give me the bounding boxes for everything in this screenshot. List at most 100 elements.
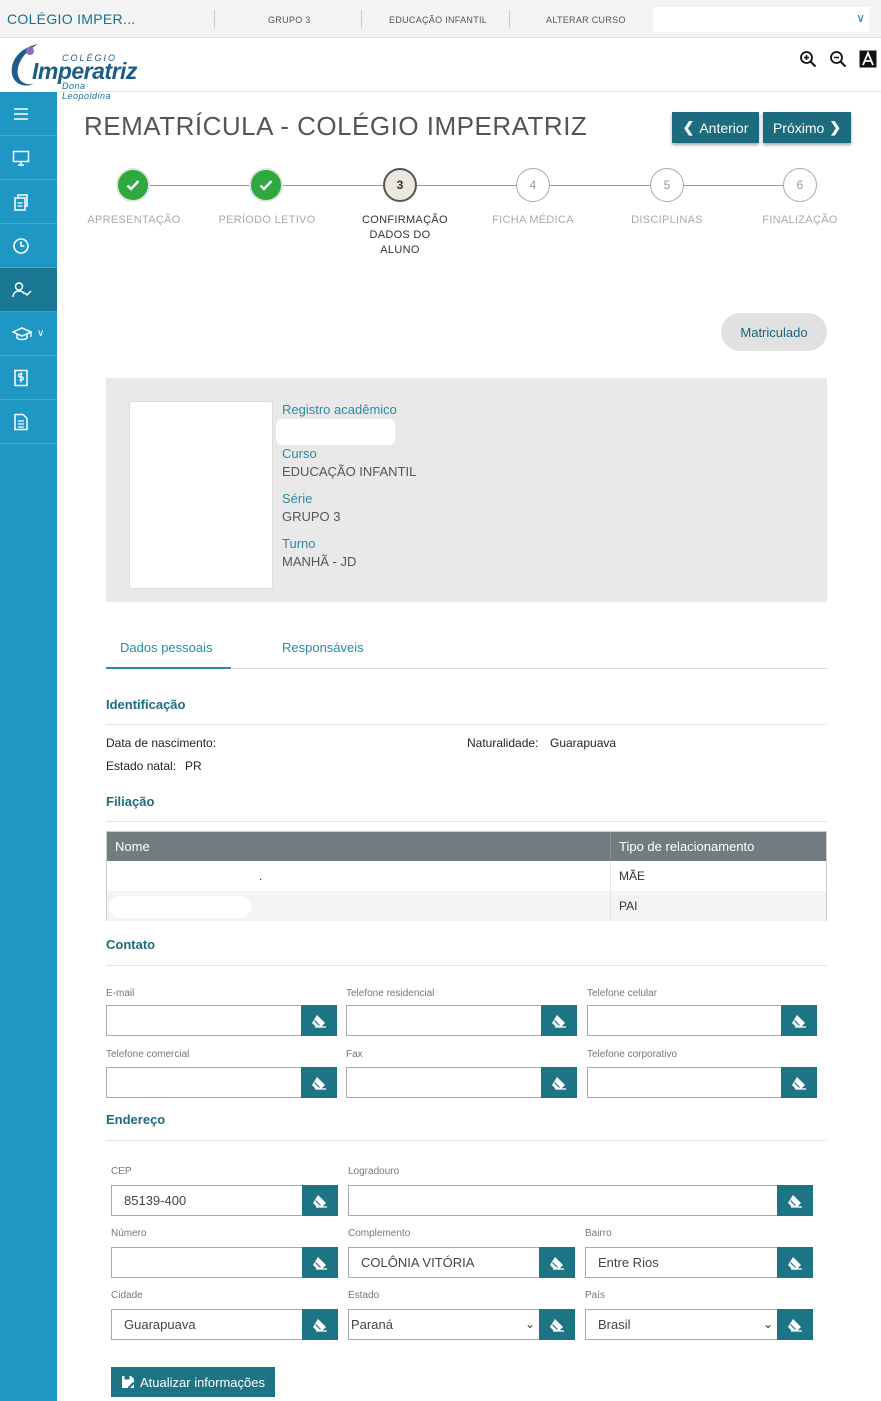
update-info-button[interactable]: Atualizar informações [111,1367,275,1397]
high-contrast-icon[interactable] [859,50,877,68]
step-6-label: FINALIZAÇÃO [762,214,838,226]
nav-alterar-curso[interactable]: ALTERAR CURSO [546,15,626,25]
cep-field[interactable]: 85139-400 [111,1185,303,1216]
student-card: Registro acadêmico Curso EDUCAÇÃO INFANT… [106,378,827,602]
clear-estado-button[interactable] [539,1309,575,1340]
step-5-label: DISCIPLINAS [631,214,703,226]
table-row[interactable]: PAI [107,891,826,921]
clear-numero-button[interactable] [302,1247,338,1278]
telefone-residencial-field[interactable] [346,1005,542,1036]
next-button[interactable]: Próximo ❯ [763,112,851,143]
zoom-out-icon[interactable] [829,50,847,68]
nav-grupo[interactable]: GRUPO 3 [268,15,311,25]
clear-logradouro-button[interactable] [777,1185,813,1216]
clear-telefone-corporativo-button[interactable] [781,1067,817,1098]
tab-dados-pessoais[interactable]: Dados pessoais [120,640,213,655]
eraser-icon [312,1076,326,1090]
telefone-comercial-field[interactable] [106,1067,302,1098]
divider [361,10,362,28]
cell-nome: . [259,869,263,883]
divider [610,891,611,921]
clear-cep-button[interactable] [302,1185,338,1216]
previous-label: Anterior [699,119,749,136]
telefone-corporativo-field[interactable] [587,1067,782,1098]
school-name-link[interactable]: COLÉGIO IMPER... [7,11,136,27]
sidebar-item-dashboard[interactable] [0,136,57,180]
pais-select[interactable]: Brasil ⌄ [585,1309,778,1340]
zoom-in-icon[interactable] [799,50,817,68]
eraser-icon [313,1318,327,1332]
estado-select[interactable]: Paraná ⌄ [348,1309,540,1340]
sidebar: ∨ [0,92,57,1401]
sidebar-item-academic[interactable]: ∨ [0,312,57,356]
filiacao-table: Nome Tipo de relacionamento . MÃE PAI [106,831,827,921]
sidebar-item-documents[interactable] [0,180,57,224]
section-contato: Contato [106,937,156,952]
telefone-celular-field[interactable] [587,1005,782,1036]
clear-email-button[interactable] [301,1005,337,1036]
column-header-nome: Nome [115,839,150,854]
status-badge: Matriculado [721,313,827,351]
sidebar-item-history[interactable] [0,224,57,268]
divider [106,821,827,822]
user-check-icon [12,282,32,298]
chevron-down-icon: ∨ [37,328,45,339]
complemento-field[interactable]: COLÔNIA VITÓRIA [348,1247,540,1278]
finance-document-icon [14,369,28,387]
stepper-line [150,185,800,186]
school-logo[interactable]: COLÉGIO Imperatriz Dona Leopoldina [6,38,137,101]
eraser-icon [788,1256,802,1270]
email-label: E-mail [106,988,135,999]
telefone-celular-label: Telefone celular [587,988,658,999]
step-2-done[interactable] [249,168,283,202]
cidade-field[interactable]: Guarapuava [111,1309,303,1340]
section-identificacao: Identificação [106,697,186,712]
sidebar-item-rematricula[interactable] [0,268,57,312]
serie-label: Série [282,491,313,506]
clear-pais-button[interactable] [777,1309,813,1340]
clear-telefone-residencial-button[interactable] [541,1005,577,1036]
course-select[interactable]: ∨ [653,7,869,32]
sidebar-item-menu[interactable] [0,92,57,136]
step-3-label: CONFIRMAÇÃO DADOS DO ALUNO [362,214,448,256]
eraser-icon [552,1014,566,1028]
step-3-current[interactable]: 3 [383,168,417,202]
estado-label: Estado [348,1290,380,1301]
eraser-icon [792,1076,806,1090]
chevron-down-icon: ∨ [856,11,865,25]
clear-telefone-comercial-button[interactable] [301,1067,337,1098]
step-5[interactable]: 5 [650,168,684,202]
nav-curso[interactable]: EDUCAÇÃO INFANTIL [389,15,487,25]
table-row[interactable]: . MÃE [107,861,826,891]
numero-field[interactable] [111,1247,303,1278]
logradouro-field[interactable] [348,1185,778,1216]
email-field[interactable] [106,1005,302,1036]
tab-responsaveis[interactable]: Responsáveis [282,640,364,655]
bairro-field[interactable]: Entre Rios [585,1247,778,1278]
clear-fax-button[interactable] [541,1067,577,1098]
step-4[interactable]: 4 [516,168,550,202]
turno-value: MANHÃ - JD [282,554,357,569]
sidebar-item-finance[interactable] [0,356,57,400]
eraser-icon [788,1318,802,1332]
clear-telefone-celular-button[interactable] [781,1005,817,1036]
naturalidade-label: Naturalidade: [467,736,539,750]
sidebar-item-reports[interactable] [0,400,57,444]
fax-field[interactable] [346,1067,542,1098]
clear-cidade-button[interactable] [302,1309,338,1340]
pais-value: Brasil [598,1317,631,1332]
curso-value: EDUCAÇÃO INFANTIL [282,464,417,479]
step-1-done[interactable] [116,168,150,202]
telefone-residencial-label: Telefone residencial [346,988,435,999]
complemento-label: Complemento [348,1228,411,1239]
next-label: Próximo [772,119,825,136]
divider [509,10,510,28]
previous-button[interactable]: ❮ Anterior [672,112,759,143]
eraser-icon [313,1256,327,1270]
clear-bairro-button[interactable] [777,1247,813,1278]
pais-label: País [585,1290,606,1301]
bairro-label: Bairro [585,1228,612,1239]
naturalidade-value: Guarapuava [550,736,617,750]
step-6[interactable]: 6 [783,168,817,202]
clear-complemento-button[interactable] [539,1247,575,1278]
